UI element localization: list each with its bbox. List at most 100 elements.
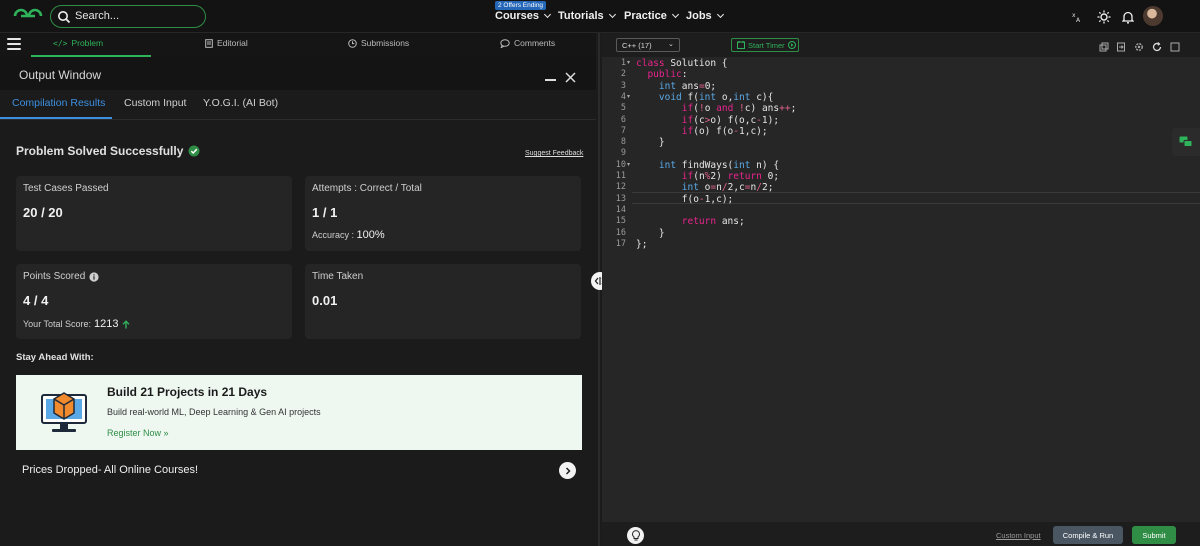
chevron-down-icon	[716, 10, 724, 19]
language-select[interactable]: C++ (17) ⌄	[616, 38, 680, 52]
custom-input-link[interactable]: Custom Input	[996, 531, 1041, 540]
tab-compilation-results[interactable]: Compilation Results	[12, 97, 105, 109]
editor-toolbar	[602, 33, 1200, 57]
total-score-value: 1213	[94, 318, 119, 330]
tab-custom-input[interactable]: Custom Input	[124, 97, 186, 109]
line-number: 14	[615, 204, 626, 215]
translate-icon[interactable]: xA	[1067, 7, 1087, 27]
line-number: 10	[615, 159, 626, 170]
output-window-title: Output Window	[19, 68, 102, 82]
problem-panel: </> Problem Editorial Submissions Commen…	[0, 33, 596, 546]
line-number: 3	[620, 80, 626, 91]
code-line: }	[636, 137, 665, 149]
line-number: 8	[620, 137, 626, 148]
gfg-logo-icon[interactable]	[12, 7, 44, 25]
play-icon	[787, 41, 796, 49]
tab-problem[interactable]: </> Problem	[53, 38, 103, 48]
submit-button[interactable]: Submit	[1132, 526, 1176, 544]
nav-tutorials[interactable]: Tutorials	[558, 10, 616, 22]
points-label-row: Points Scored	[23, 271, 99, 282]
line-number: 11	[615, 171, 626, 181]
info-icon[interactable]	[89, 271, 99, 282]
accuracy-label: Accuracy :	[312, 230, 355, 240]
top-nav: Search... 2 Offers Ending Courses Tutori…	[0, 0, 1200, 33]
svg-text:A: A	[1076, 17, 1081, 23]
tab-problem-label: Problem	[71, 38, 104, 48]
code-line: if(c>o) f(o,c-1);	[681, 114, 780, 126]
time-label: Time Taken	[312, 271, 364, 282]
close-icon[interactable]	[565, 70, 576, 88]
chevron-down-icon	[671, 10, 679, 19]
code-line: f(o-1,c);	[636, 193, 734, 205]
total-score-label: Your Total Score:	[23, 319, 92, 329]
solved-status-text: Problem Solved Successfully	[16, 144, 184, 158]
tab-comments-label: Comments	[514, 38, 556, 48]
total-score-row: Your Total Score: 1213	[23, 318, 130, 330]
nav-practice[interactable]: Practice	[624, 10, 679, 22]
start-timer-label: Start Timer	[748, 40, 785, 50]
comment-icon	[500, 38, 510, 48]
fold-chevron-icon[interactable]: ▾	[627, 93, 630, 100]
hint-bulb-button[interactable]	[627, 527, 644, 544]
tab-editorial-label: Editorial	[217, 38, 248, 48]
code-line: if(!o and !c) ans++;	[681, 103, 797, 115]
next-button[interactable]	[559, 462, 576, 479]
search-placeholder: Search...	[75, 10, 120, 22]
chat-bubbles-icon	[1179, 136, 1193, 147]
code-line: int ans=0;	[658, 80, 717, 92]
notification-bell-icon[interactable]	[1118, 7, 1138, 27]
accuracy-row: Accuracy : 100%	[312, 229, 385, 241]
fold-chevron-icon[interactable]: ▾	[627, 59, 630, 66]
nav-courses[interactable]: Courses	[495, 10, 552, 22]
import-file-icon[interactable]	[1116, 39, 1126, 52]
start-timer-button[interactable]: Start Timer	[731, 38, 799, 52]
copy-icon[interactable]	[1099, 39, 1109, 52]
tab-submissions-label: Submissions	[361, 38, 410, 48]
fold-chevron-icon[interactable]: ▾	[627, 161, 630, 168]
line-number: 6	[620, 114, 626, 125]
avatar[interactable]	[1143, 6, 1163, 26]
offers-badge: 2 Offers Ending	[495, 1, 547, 10]
time-value: 0.01	[312, 293, 338, 308]
search-box[interactable]: Search...	[50, 5, 206, 28]
points-value: 4 / 4	[23, 293, 49, 308]
line-number: 13	[615, 193, 626, 204]
banner-title: Build 21 Projects in 21 Days	[107, 385, 268, 399]
code-line: void f(int o,int c){	[658, 91, 774, 103]
code-line: }	[636, 227, 665, 239]
tab-editorial[interactable]: Editorial	[205, 38, 248, 48]
code-line: return ans;	[681, 216, 745, 228]
line-number: 5	[620, 103, 626, 114]
line-number: 16	[615, 227, 626, 238]
timer-icon	[737, 41, 745, 49]
chevron-right-icon	[565, 466, 571, 475]
minimize-icon[interactable]	[545, 79, 556, 81]
settings-gear-icon[interactable]	[1134, 39, 1144, 51]
fullscreen-icon[interactable]	[1170, 39, 1180, 52]
code-line: public:	[647, 69, 688, 81]
nav-jobs-label: Jobs	[686, 10, 712, 22]
register-now-link[interactable]: Register Now »	[107, 428, 169, 438]
points-label: Points Scored	[23, 271, 86, 282]
line-number: 7	[620, 125, 626, 136]
suggest-feedback-link[interactable]: Suggest Feedback	[525, 150, 583, 157]
tab-submissions[interactable]: Submissions	[348, 38, 409, 48]
check-badge-icon	[188, 145, 200, 157]
compile-run-button[interactable]: Compile & Run	[1053, 526, 1123, 544]
active-tab-underline	[0, 117, 112, 119]
code-icon: </>	[53, 38, 68, 48]
reset-icon[interactable]	[1152, 39, 1162, 52]
chat-button[interactable]	[1172, 128, 1200, 156]
prices-dropped-text[interactable]: Prices Dropped- All Online Courses!	[22, 464, 198, 476]
tab-comments[interactable]: Comments	[500, 38, 555, 48]
tab-yogi-ai-bot[interactable]: Y.O.G.I. (AI Bot)	[203, 97, 278, 109]
attempts-label: Attempts : Correct / Total	[312, 183, 422, 194]
menu-icon[interactable]	[7, 38, 21, 50]
code-line: if(n%2) return 0;	[681, 171, 780, 182]
caret-down-icon: ⌄	[668, 41, 674, 48]
theme-toggle-icon[interactable]	[1094, 7, 1114, 27]
banner-subtitle: Build real-world ML, Deep Learning & Gen…	[107, 407, 321, 417]
nav-courses-label: Courses	[495, 10, 540, 22]
line-number: 17	[615, 238, 626, 249]
nav-jobs[interactable]: Jobs	[686, 10, 724, 22]
